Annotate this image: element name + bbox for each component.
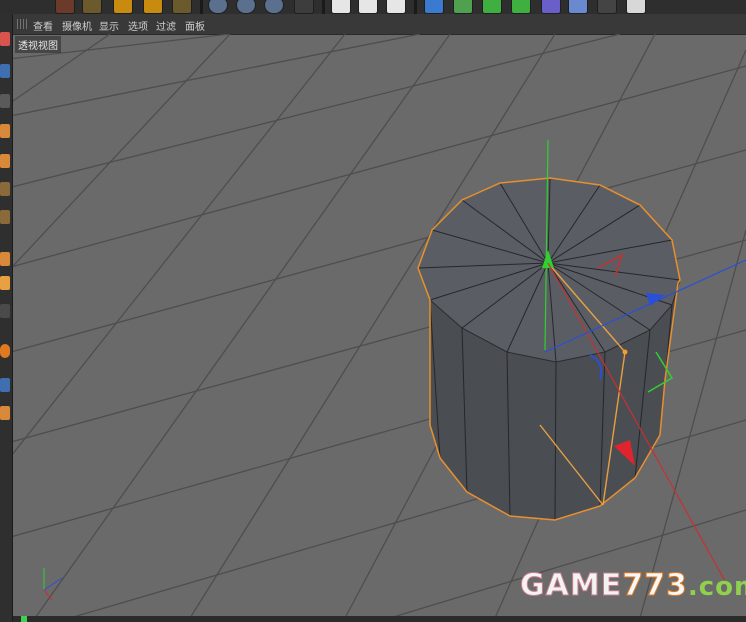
render-view-icon[interactable]	[331, 0, 351, 14]
menu-display[interactable]: 显示	[99, 18, 119, 33]
camera-icon[interactable]	[597, 0, 617, 14]
viewport-menubar: 查看 摄像机 显示 选项 过滤 面板	[13, 14, 746, 35]
deformer-icon[interactable]	[511, 0, 531, 14]
tweak-icon[interactable]	[0, 276, 10, 290]
menu-filter[interactable]: 过滤	[156, 18, 176, 33]
render-picture-viewer-icon[interactable]	[358, 0, 378, 14]
top-toolbar	[0, 0, 746, 14]
watermark-part-domain: .com	[687, 572, 746, 602]
snapping-icon[interactable]	[0, 344, 10, 358]
scale-icon[interactable]	[113, 0, 133, 14]
toolbar-separator	[200, 0, 203, 14]
edges-mode-icon[interactable]	[0, 182, 10, 196]
toolbar-separator	[322, 0, 325, 14]
viewport-name-label: 透视视图	[15, 36, 61, 53]
menu-panel[interactable]: 面板	[185, 18, 205, 33]
floor-icon[interactable]	[568, 0, 588, 14]
make-editable-icon[interactable]	[0, 32, 10, 46]
undo-icon[interactable]	[55, 0, 75, 14]
move-icon[interactable]	[82, 0, 102, 14]
soft-selection-icon[interactable]	[0, 304, 10, 318]
timeline-marker[interactable]	[21, 616, 27, 622]
watermark-part-number: 773	[622, 568, 688, 604]
pointer-icon[interactable]	[172, 0, 192, 14]
model-mode-icon[interactable]	[0, 64, 10, 78]
menu-view[interactable]: 查看	[33, 18, 53, 33]
y-axis-icon[interactable]	[236, 0, 256, 14]
menu-cameras[interactable]: 摄像机	[62, 18, 92, 33]
generator-icon[interactable]	[482, 0, 502, 14]
left-tool-palette	[0, 14, 13, 622]
toolbar-separator	[414, 0, 417, 14]
grip-icon[interactable]	[17, 19, 27, 29]
coordinate-system-icon[interactable]	[294, 0, 314, 14]
z-axis-icon[interactable]	[264, 0, 284, 14]
render-settings-icon[interactable]	[386, 0, 406, 14]
x-axis-icon[interactable]	[208, 0, 228, 14]
menu-options[interactable]: 选项	[128, 18, 148, 33]
watermark: GAME773.com	[519, 568, 746, 604]
workplane-icon[interactable]	[0, 124, 10, 138]
enable-axis-icon[interactable]	[0, 252, 10, 266]
object-handle-point[interactable]	[622, 349, 628, 355]
scene-canvas[interactable]	[13, 34, 746, 618]
texture-mode-icon[interactable]	[0, 94, 10, 108]
timeline-bar[interactable]	[13, 616, 746, 622]
cube-primitive-icon[interactable]	[424, 0, 444, 14]
polygons-mode-icon[interactable]	[0, 210, 10, 224]
perspective-viewport[interactable]: 查看 摄像机 显示 选项 过滤 面板 透视视图	[13, 14, 746, 618]
light-icon[interactable]	[626, 0, 646, 14]
rotate-icon[interactable]	[143, 0, 163, 14]
nurbs-icon[interactable]	[453, 0, 473, 14]
points-mode-icon[interactable]	[0, 154, 10, 168]
cylinder-object[interactable]	[417, 177, 681, 521]
planar-workplane-icon[interactable]	[0, 406, 10, 420]
scene-icon[interactable]	[541, 0, 561, 14]
watermark-part-game: GAME	[519, 568, 623, 604]
locked-workplane-icon[interactable]	[0, 378, 10, 392]
